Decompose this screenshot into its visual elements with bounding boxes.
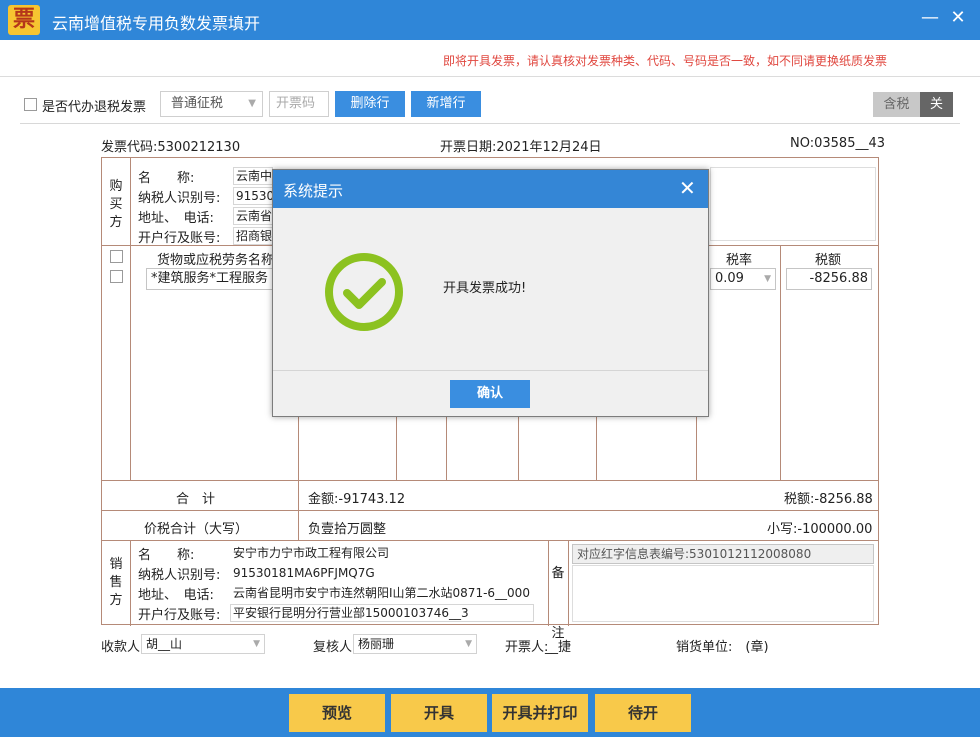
row-checkbox[interactable] — [110, 270, 123, 283]
divider — [780, 245, 781, 480]
divider — [0, 76, 980, 77]
buyer-label-char: 买 — [109, 197, 123, 212]
remarks-redinfo-field[interactable]: 对应红字信息表编号:5301012112008080 — [572, 544, 874, 564]
issuer-value: __捷 — [545, 640, 572, 655]
seller-section-label: 销 售 方 — [108, 556, 124, 610]
system-dialog: 系统提示 ✕ 开具发票成功! 确认 — [272, 169, 709, 417]
select-all-checkbox[interactable] — [110, 250, 123, 263]
grand-total-lower: 小写:-100000.00 — [767, 522, 873, 537]
seller-label-char: 销 — [109, 557, 123, 572]
total-amount: 金额:-91743.12 — [308, 492, 406, 507]
divider — [102, 480, 878, 481]
footer-bar — [0, 688, 980, 737]
invoice-number: NO:03585__43 — [790, 136, 886, 151]
dialog-message: 开具发票成功! — [443, 281, 527, 296]
seller-label-char: 方 — [109, 593, 123, 608]
buyer-label-char: 方 — [109, 215, 123, 230]
chevron-down-icon: ▼ — [248, 98, 256, 109]
add-row-button[interactable]: 新增行 — [411, 91, 481, 117]
reviewer-label: 复核人: — [313, 640, 357, 655]
divider — [20, 123, 960, 124]
dialog-ok-button[interactable]: 确认 — [450, 380, 530, 408]
tax-amount-header: 税额 — [815, 253, 842, 268]
seller-taxid-field[interactable]: 91530181MA6PFJMQ7G — [230, 564, 534, 582]
invoice-code: 发票代码:5300212130 — [101, 140, 241, 155]
chevron-down-icon: ▼ — [764, 274, 771, 284]
seller-bank-label: 开户行及账号: — [138, 608, 221, 623]
delete-row-button[interactable]: 删除行 — [335, 91, 405, 117]
seller-taxid-label: 纳税人识别号: — [138, 568, 221, 583]
proxy-refund-checkbox[interactable] — [24, 98, 37, 111]
app-logo-icon: 票 — [8, 5, 40, 35]
tax-toggle[interactable]: 关 — [920, 92, 953, 117]
check-circle-icon — [325, 253, 403, 331]
title-bar: 票 云南增值税专用负数发票填开 — ✕ — [0, 0, 980, 40]
buyer-password-area — [710, 167, 876, 241]
reviewer-value: 杨丽珊 — [358, 637, 395, 651]
buyer-name-field[interactable]: 云南中 — [233, 167, 273, 185]
dialog-close-button[interactable]: ✕ — [679, 176, 696, 200]
tax-rate-value: 0.09 — [715, 271, 744, 286]
seller-name-field[interactable]: 安宁市力宁市政工程有限公司 — [230, 544, 534, 562]
window-title: 云南增值税专用负数发票填开 — [52, 14, 261, 33]
buyer-taxid-label: 纳税人识别号: — [138, 191, 221, 206]
issue-print-button[interactable]: 开具并打印 — [492, 694, 588, 732]
preview-button[interactable]: 预览 — [289, 694, 385, 732]
chevron-down-icon: ▼ — [465, 639, 472, 649]
divider — [130, 158, 131, 245]
seller-unit-label: 销货单位: (章) — [676, 640, 769, 655]
remarks-textarea[interactable] — [572, 565, 874, 622]
buyer-address-field[interactable]: 云南省 — [233, 207, 273, 225]
reviewer-select[interactable]: 杨丽珊 ▼ — [353, 634, 477, 654]
buyer-section-label: 购 买 方 — [108, 178, 124, 232]
goods-name-header: 货物或应税劳务名称 — [157, 253, 275, 268]
divider — [102, 510, 878, 511]
minimize-button[interactable]: — — [918, 6, 942, 30]
buyer-label-char: 购 — [109, 179, 123, 194]
total-tax: 税额:-8256.88 — [784, 492, 873, 507]
tax-rate-header: 税率 — [726, 253, 753, 268]
dialog-header: 系统提示 ✕ — [273, 170, 708, 208]
grand-total-label: 价税合计（大写） — [144, 522, 249, 537]
tax-rate-select[interactable]: 0.09 ▼ — [710, 268, 776, 290]
remarks-label-char: 备 — [551, 566, 565, 581]
payee-label: 收款人: — [101, 640, 145, 655]
chevron-down-icon: ▼ — [253, 639, 260, 649]
payee-select[interactable]: 胡__山 ▼ — [141, 634, 265, 654]
divider — [130, 540, 131, 626]
dialog-title: 系统提示 — [283, 182, 344, 200]
invoice-date: 开票日期:2021年12月24日 — [440, 140, 602, 155]
pending-button[interactable]: 待开 — [595, 694, 691, 732]
payee-value: 胡__山 — [146, 637, 183, 651]
seller-label-char: 售 — [109, 575, 123, 590]
buyer-name-label: 名 称: — [138, 171, 195, 186]
buyer-bank-field[interactable]: 招商银 — [233, 227, 273, 245]
tax-included-label[interactable]: 含税 — [873, 92, 920, 117]
divider — [130, 245, 131, 480]
proxy-refund-label: 是否代办退税发票 — [42, 100, 147, 115]
tax-type-value: 普通征税 — [171, 96, 224, 111]
invoice-code-input[interactable]: 开票码 — [269, 91, 329, 117]
seller-bank-field[interactable]: 平安银行昆明分行营业部15000103746__3 — [230, 604, 534, 622]
buyer-bank-label: 开户行及账号: — [138, 231, 221, 246]
remarks-label-char: 注 — [551, 626, 565, 641]
seller-name-label: 名 称: — [138, 548, 195, 563]
grand-total-upper: 负壹拾万圆整 — [308, 522, 387, 537]
seller-address-label: 地址、 电话: — [138, 588, 214, 603]
goods-name-field[interactable]: *建筑服务*工程服务 — [146, 268, 276, 290]
tax-type-select[interactable]: 普通征税 ▼ — [160, 91, 263, 117]
total-label: 合 计 — [176, 492, 216, 507]
issuer-label: 开票人: — [505, 640, 549, 655]
buyer-address-label: 地址、 电话: — [138, 211, 214, 226]
divider — [102, 540, 878, 541]
tax-amount-field[interactable]: -8256.88 — [786, 268, 872, 290]
buyer-taxid-field[interactable]: 91530 — [233, 187, 273, 205]
issue-button[interactable]: 开具 — [391, 694, 487, 732]
divider — [568, 540, 569, 626]
divider — [273, 370, 708, 371]
notice-text: 即将开具发票，请认真核对发票种类、代码、号码是否一致，如不同请更换纸质发票 — [443, 54, 888, 68]
divider — [548, 540, 549, 626]
seller-address-field[interactable]: 云南省昆明市安宁市连然朝阳Ⅰ山第二水站0871-6__000 — [230, 584, 534, 602]
close-window-button[interactable]: ✕ — [946, 6, 970, 30]
